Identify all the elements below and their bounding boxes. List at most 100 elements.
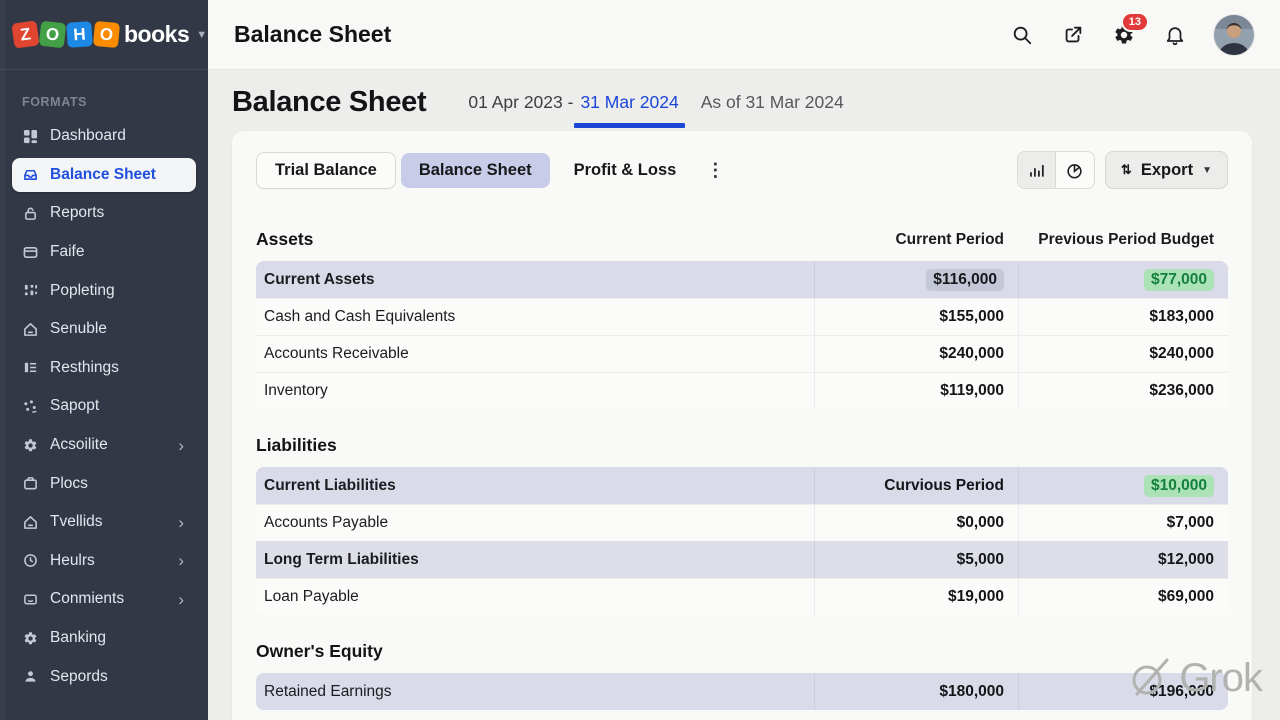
briefcase-icon bbox=[22, 476, 38, 492]
date-range-picker[interactable]: 01 Apr 2023 - 31 Mar 2024 bbox=[468, 92, 678, 113]
cell-value: $119,000 bbox=[940, 382, 1004, 400]
green-highlight-value: $77,000 bbox=[1144, 269, 1214, 291]
sidebar-item-faife[interactable]: Faife bbox=[0, 233, 208, 272]
cell-value: $236,000 bbox=[1149, 382, 1214, 400]
value-cell: $77,000 bbox=[1018, 261, 1228, 298]
sidebar-item-sepords[interactable]: Sepords bbox=[0, 657, 208, 696]
sort-arrows-icon: ⇅ bbox=[1121, 162, 1132, 178]
cell-value: $183,000 bbox=[1149, 308, 1214, 326]
table-row-long-term-liabilities[interactable]: Long Term Liabilities$5,000$12,000 bbox=[256, 541, 1228, 578]
sidebar-item-heulrs[interactable]: Heulrs › bbox=[0, 542, 208, 581]
value-cell: $10,000 bbox=[1018, 467, 1228, 504]
cell-value: $12,000 bbox=[1158, 551, 1214, 569]
lock-icon bbox=[22, 205, 38, 221]
chevron-right-icon: › bbox=[178, 437, 186, 454]
section-title: Liabilities bbox=[256, 435, 814, 456]
user-avatar[interactable] bbox=[1214, 15, 1254, 55]
value-cell: $5,000 bbox=[814, 541, 1018, 578]
section-heading-row: Liabilities bbox=[256, 435, 1228, 456]
envelope-icon bbox=[22, 591, 38, 607]
pie-chart-view-icon[interactable] bbox=[1056, 152, 1094, 188]
value-cell: $196,000 bbox=[1018, 673, 1228, 710]
bar-chart-view-icon[interactable] bbox=[1018, 152, 1056, 188]
sidebar-item-plocs[interactable]: Plocs bbox=[0, 464, 208, 503]
row-label: Accounts Payable bbox=[256, 505, 814, 541]
sidebar-item-label: Balance Sheet bbox=[50, 166, 156, 184]
logo-tile: Z bbox=[11, 20, 39, 48]
row-label: Inventory bbox=[256, 373, 814, 409]
sidebar-item-acsoilite[interactable]: Acsoilite › bbox=[0, 426, 208, 465]
section-heading-row: AssetsCurrent PeriodPrevious Period Budg… bbox=[256, 229, 1228, 250]
table-row-accounts-payable[interactable]: Accounts Payable$0,000$7,000 bbox=[256, 504, 1228, 541]
sidebar-item-label: Conmients bbox=[50, 590, 124, 608]
sidebar-item-balance-sheet[interactable]: Balance Sheet bbox=[0, 156, 208, 195]
external-link-icon[interactable] bbox=[1061, 23, 1085, 47]
table-row-inventory[interactable]: Inventory $119,000 $236,000 bbox=[256, 372, 1228, 409]
cell-value: $155,000 bbox=[939, 308, 1004, 326]
sidebar-item-label: Heulrs bbox=[50, 552, 95, 570]
section-heading-row: Owner's Equity bbox=[256, 641, 1228, 662]
gear-icon bbox=[22, 630, 38, 646]
person-icon bbox=[22, 669, 38, 685]
sidebar-item-sapopt[interactable]: Sapopt bbox=[0, 387, 208, 426]
chevron-down-icon[interactable]: ▼ bbox=[196, 29, 207, 41]
table-row-retained-earnings[interactable]: Retained Earnings$180,000 $196,000 bbox=[256, 673, 1228, 710]
table-row-current-liabilities[interactable]: Current LiabilitiesCurvious Period$10,00… bbox=[256, 467, 1228, 504]
green-highlight-value: $10,000 bbox=[1144, 475, 1214, 497]
sidebar-item-label: Sepords bbox=[50, 668, 108, 686]
card-icon bbox=[22, 244, 38, 260]
value-cell: $180,000 bbox=[814, 673, 1018, 710]
cell-value: Curvious Period bbox=[884, 477, 1004, 495]
home-icon bbox=[22, 514, 38, 530]
value-cell: $116,000 bbox=[814, 261, 1018, 298]
dots-grid-icon bbox=[22, 283, 38, 299]
search-icon[interactable] bbox=[1010, 23, 1034, 47]
logo-text: books bbox=[124, 21, 189, 48]
bell-icon[interactable] bbox=[1163, 23, 1187, 47]
table-row-cash-and-cash-equivalents[interactable]: Cash and Cash Equivalents $155,000 $183,00… bbox=[256, 298, 1228, 335]
table-row-loan-payable[interactable]: Loan Payable$19,000$69,000 bbox=[256, 578, 1228, 615]
sidebar-item-label: Tvellids bbox=[50, 513, 103, 531]
sidebar-item-label: Acsoilite bbox=[50, 436, 108, 454]
slate-highlight-value: $116,000 bbox=[926, 269, 1004, 291]
cell-value: $240,000 bbox=[939, 345, 1004, 363]
table-row-current-assets[interactable]: Current Assets$116,000$77,000 bbox=[256, 261, 1228, 298]
cell-value: $5,000 bbox=[957, 551, 1004, 569]
value-cell: $240,000 bbox=[814, 336, 1018, 372]
value-cell: $240,000 bbox=[1018, 336, 1228, 372]
value-cell: $183,000 bbox=[1018, 299, 1228, 335]
chevron-right-icon: › bbox=[178, 552, 186, 569]
date-range-end[interactable]: 31 Mar 2024 bbox=[580, 92, 678, 113]
tab-profit-loss[interactable]: Profit & Loss bbox=[556, 153, 695, 188]
sidebar-section-label: FORMATS bbox=[22, 95, 208, 109]
row-label: Retained Earnings bbox=[256, 673, 814, 710]
column-header: Current Period bbox=[814, 231, 1018, 249]
row-label: Accounts Receivable bbox=[256, 336, 814, 372]
sidebar-item-conmients[interactable]: Conmients› bbox=[0, 580, 208, 619]
sidebar-item-tvellids[interactable]: Tvellids› bbox=[0, 503, 208, 542]
section-title: Owner's Equity bbox=[256, 641, 814, 662]
settings-gear-icon[interactable]: 13 bbox=[1112, 23, 1136, 47]
zoho-books-logo[interactable]: ZOHO books ▼ bbox=[0, 0, 208, 70]
sidebar-item-reports[interactable]: Reports bbox=[0, 194, 208, 233]
section-rows: Current LiabilitiesCurvious Period$10,00… bbox=[256, 467, 1228, 615]
sidebar-item-label: Banking bbox=[50, 629, 106, 647]
cell-value: $196,000 bbox=[1149, 683, 1214, 701]
sidebar-item-banking[interactable]: Banking bbox=[0, 619, 208, 658]
topbar-title: Balance Sheet bbox=[234, 21, 391, 48]
table-row-accounts-receivable[interactable]: Accounts Receivable $240,000 $240,000 bbox=[256, 335, 1228, 372]
tab-trial-balance[interactable]: Trial Balance bbox=[256, 152, 396, 189]
sidebar-item-resthings[interactable]: Resthings bbox=[0, 349, 208, 388]
sidebar-item-popleting[interactable]: Popleting bbox=[0, 271, 208, 310]
sidebar-item-senuble[interactable]: Senuble bbox=[0, 310, 208, 349]
section-title: Assets bbox=[256, 229, 814, 250]
more-options-icon[interactable]: ⋮ bbox=[702, 160, 728, 181]
row-label: Loan Payable bbox=[256, 579, 814, 615]
sidebar-item-dashboard[interactable]: Dashboard bbox=[0, 117, 208, 156]
sidebar-nav: Dashboard Balance Sheet ReportsFaifePoplet… bbox=[0, 117, 208, 720]
row-label: Cash and Cash Equivalents bbox=[256, 299, 814, 335]
tab-balance-sheet[interactable]: Balance Sheet bbox=[401, 153, 550, 188]
cell-value: $0,000 bbox=[957, 514, 1004, 532]
export-button[interactable]: ⇅ Export ▼ bbox=[1105, 151, 1228, 189]
list-icon bbox=[22, 360, 38, 376]
